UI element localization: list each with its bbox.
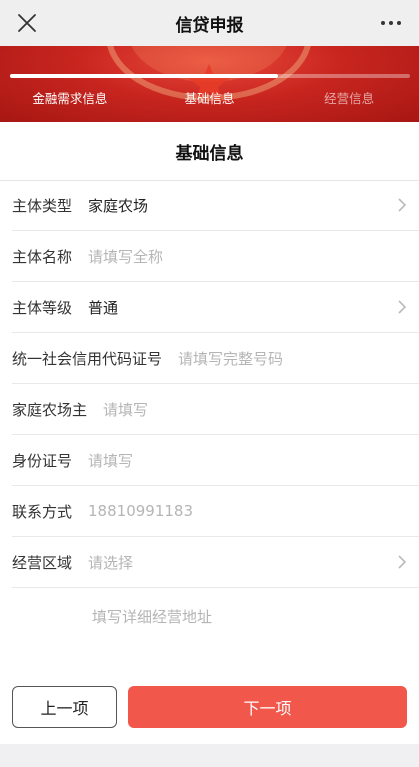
- field-credit-code[interactable]: 统一社会信用代码证号 请填写完整号码: [12, 333, 419, 384]
- field-label: 身份证号: [12, 451, 73, 470]
- step-label: 金融需求信息: [32, 91, 108, 106]
- progress-fill: [10, 74, 278, 78]
- field-placeholder: 18810991183: [88, 502, 193, 520]
- field-entity-name[interactable]: 主体名称 请填写全称: [12, 231, 419, 282]
- field-placeholder: 请选择: [88, 553, 134, 572]
- progress-banner: 金融需求信息 基础信息 经营信息: [0, 46, 419, 122]
- top-bar: 信贷申报: [0, 0, 419, 46]
- field-label: 家庭农场主: [12, 400, 88, 419]
- field-entity-type[interactable]: 主体类型 家庭农场: [12, 180, 419, 231]
- field-value: 家庭农场: [88, 196, 149, 215]
- form-card: 基础信息 主体类型 家庭农场 主体名称 请填写全称 主体等级 普通 统一社会信用…: [0, 122, 419, 744]
- field-placeholder: 请填写: [103, 400, 149, 419]
- field-label: 主体类型: [12, 196, 73, 215]
- field-label: 统一社会信用代码证号: [12, 349, 163, 368]
- field-value: 普通: [88, 298, 119, 317]
- field-placeholder: 请填写: [88, 451, 134, 470]
- field-placeholder: 请填写全称: [88, 247, 164, 266]
- chevron-right-icon: [398, 198, 407, 212]
- progress-track: [10, 74, 410, 78]
- field-business-area[interactable]: 经营区域 请选择: [12, 537, 419, 588]
- progress-steps: 金融需求信息 基础信息 经营信息: [0, 88, 419, 108]
- step-label: 基础信息: [184, 91, 235, 106]
- field-label: 主体名称: [12, 247, 73, 266]
- field-entity-level[interactable]: 主体等级 普通: [12, 282, 419, 333]
- address-input[interactable]: 填写详细经营地址: [92, 606, 212, 627]
- field-label: 经营区域: [12, 553, 73, 572]
- field-contact[interactable]: 联系方式 18810991183: [12, 486, 419, 537]
- field-id-number[interactable]: 身份证号 请填写: [12, 435, 419, 486]
- section-title: 基础信息: [0, 122, 419, 181]
- field-label: 主体等级: [12, 298, 73, 317]
- chevron-right-icon: [398, 555, 407, 569]
- page-title: 信贷申报: [175, 15, 244, 36]
- field-placeholder: 请填写完整号码: [178, 349, 284, 368]
- next-button[interactable]: 下一项: [128, 686, 407, 728]
- field-label: 联系方式: [12, 502, 73, 521]
- step-label: 经营信息: [324, 91, 375, 106]
- more-icon[interactable]: [379, 12, 403, 34]
- chevron-right-icon: [398, 300, 407, 314]
- close-icon[interactable]: [16, 12, 38, 34]
- prev-button[interactable]: 上一项: [12, 686, 117, 728]
- field-farm-owner[interactable]: 家庭农场主 请填写: [12, 384, 419, 435]
